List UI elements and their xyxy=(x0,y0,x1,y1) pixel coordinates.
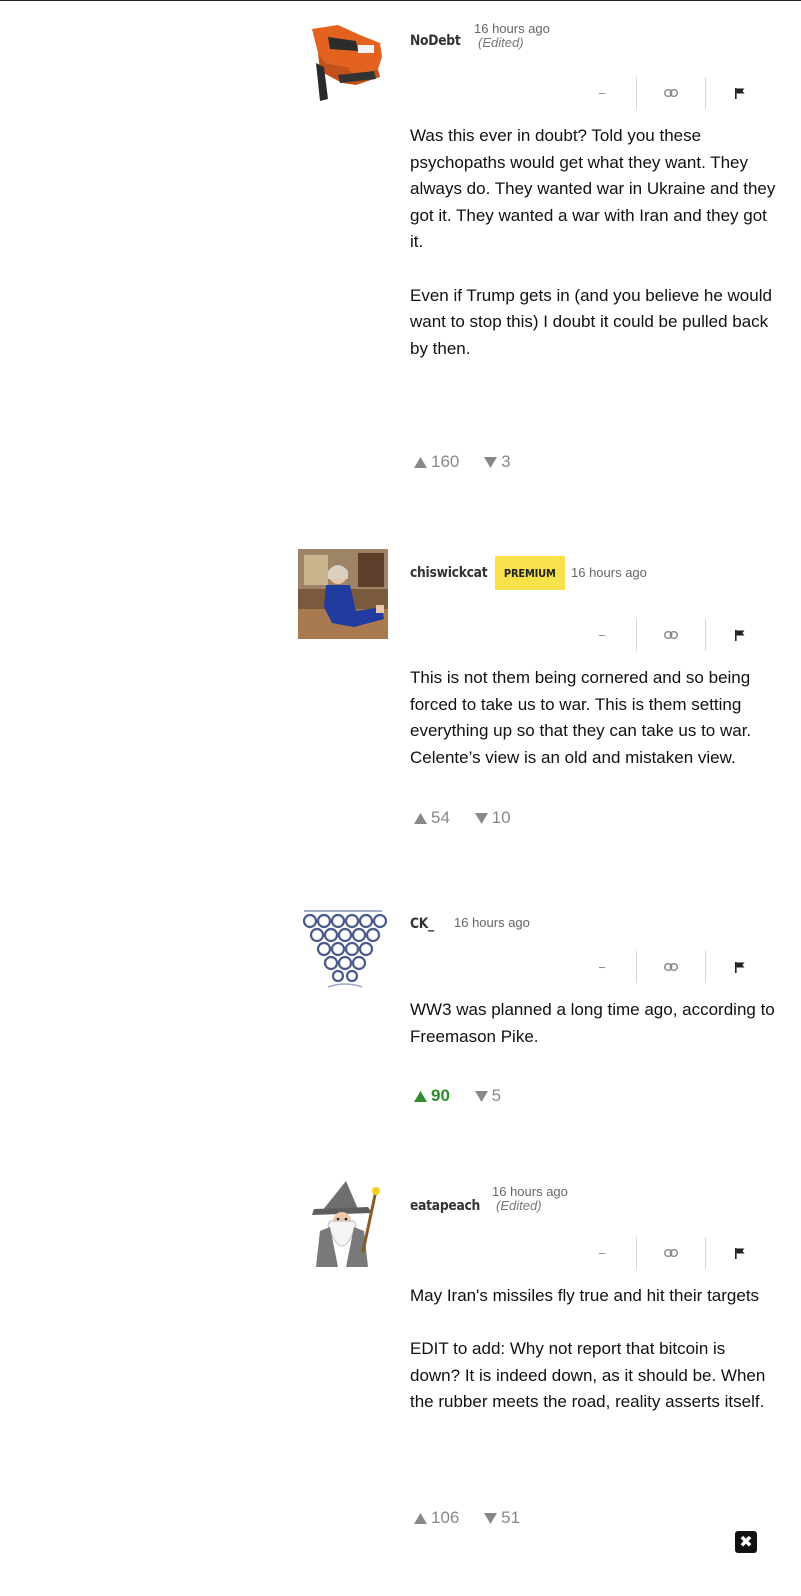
premium-badge: PREMIUM xyxy=(495,556,565,590)
link-icon xyxy=(664,89,678,97)
vote-bar: 160 3 xyxy=(414,452,511,476)
upvote-count: 106 xyxy=(431,1508,460,1527)
upvote-button[interactable]: 90 xyxy=(414,1086,450,1106)
timestamp[interactable]: 16 hours ago xyxy=(454,915,530,930)
divider xyxy=(705,619,706,651)
triangle-down-icon xyxy=(474,1090,488,1102)
comment-paragraph: This is not them being cornered and so b… xyxy=(410,668,752,767)
downvote-count: 10 xyxy=(491,808,511,827)
divider xyxy=(636,619,637,651)
minus-icon: − xyxy=(598,1245,606,1261)
minus-icon: − xyxy=(598,959,606,975)
minus-icon: − xyxy=(598,85,606,101)
comment-paragraph: WW3 was planned a long time ago, accordi… xyxy=(410,1000,775,1046)
upvote-button[interactable]: 54 xyxy=(414,808,450,828)
triangle-up-icon xyxy=(414,456,427,468)
link-icon xyxy=(664,631,678,639)
username[interactable]: NoDebt xyxy=(410,33,461,49)
flag-icon xyxy=(735,629,745,641)
edited-label: (Edited) xyxy=(496,1198,542,1213)
permalink-button[interactable] xyxy=(649,1236,693,1270)
permalink-button[interactable] xyxy=(649,76,693,110)
collapse-button[interactable]: − xyxy=(580,950,624,984)
upvote-count: 54 xyxy=(431,808,450,827)
link-icon xyxy=(664,1249,678,1257)
divider xyxy=(705,951,706,983)
downvote-button[interactable]: 51 xyxy=(484,1508,520,1528)
report-button[interactable] xyxy=(718,76,762,110)
link-icon xyxy=(664,963,678,971)
upvote-button[interactable]: 106 xyxy=(414,1508,459,1528)
collapse-button[interactable]: − xyxy=(580,1236,624,1270)
downvote-count: 3 xyxy=(501,452,511,471)
divider xyxy=(636,1237,637,1269)
avatar-pyramid[interactable] xyxy=(298,903,388,993)
vote-bar: 90 5 xyxy=(414,1086,501,1110)
report-button[interactable] xyxy=(718,1236,762,1270)
username[interactable]: chiswickcat xyxy=(410,565,488,581)
downvote-button[interactable]: 5 xyxy=(474,1086,502,1106)
comment-body: Was this ever in doubt? Told you these p… xyxy=(410,123,780,362)
collapse-button[interactable]: − xyxy=(580,76,624,110)
downvote-button[interactable]: 10 xyxy=(474,808,511,828)
timestamp[interactable]: 16 hours ago xyxy=(571,565,647,580)
upvote-button[interactable]: 160 xyxy=(414,452,459,472)
timestamp[interactable]: 16 hours ago xyxy=(474,21,550,36)
permalink-button[interactable] xyxy=(649,618,693,652)
comment-paragraph: EDIT to add: Why not report that bitcoin… xyxy=(410,1339,766,1412)
flag-icon xyxy=(735,87,745,99)
divider xyxy=(705,77,706,109)
comment-actions: − xyxy=(580,950,780,984)
downvote-count: 5 xyxy=(491,1086,502,1105)
minus-icon: − xyxy=(598,627,606,643)
comment-actions: − xyxy=(580,76,780,110)
username[interactable]: CK_ xyxy=(410,916,434,932)
comment-body: This is not them being cornered and so b… xyxy=(410,665,780,771)
comment-paragraph: Was this ever in doubt? Told you these p… xyxy=(410,126,776,252)
photo-avatar-icon xyxy=(298,549,388,639)
triangle-up-icon xyxy=(414,812,427,824)
flag-icon xyxy=(735,1247,745,1259)
comment-paragraph: May Iran's missiles fly true and hit the… xyxy=(410,1286,760,1305)
triangle-down-icon xyxy=(474,812,488,824)
vote-bar: 54 10 xyxy=(414,808,511,832)
report-button[interactable] xyxy=(718,618,762,652)
comment-body: May Iran's missiles fly true and hit the… xyxy=(410,1283,780,1416)
triangle-down-icon xyxy=(484,1512,498,1524)
wizard-avatar-icon xyxy=(298,1181,388,1271)
comment-body: WW3 was planned a long time ago, accordi… xyxy=(410,997,780,1050)
avatar-wizard[interactable] xyxy=(298,1181,388,1271)
comment-actions: − xyxy=(580,1236,780,1270)
triangle-down-icon xyxy=(484,456,498,468)
avatar-photo[interactable] xyxy=(298,549,388,639)
divider xyxy=(705,1237,706,1269)
divider xyxy=(636,951,637,983)
vote-bar: 106 51 xyxy=(414,1508,520,1532)
avatar-nail-gun[interactable] xyxy=(298,19,388,109)
downvote-button[interactable]: 3 xyxy=(484,452,511,472)
close-button[interactable]: ✖ xyxy=(735,1531,757,1553)
nail-gun-icon xyxy=(298,19,388,109)
upvote-count: 90 xyxy=(431,1086,450,1105)
collapse-button[interactable]: − xyxy=(580,618,624,652)
triangle-up-icon xyxy=(414,1512,427,1524)
username[interactable]: eatapeach xyxy=(410,1198,480,1214)
triangle-up-icon xyxy=(414,1090,427,1102)
comment-actions: − xyxy=(580,618,780,652)
close-icon: ✖ xyxy=(739,1534,753,1551)
edited-label: (Edited) xyxy=(478,35,524,50)
timestamp[interactable]: 16 hours ago xyxy=(492,1184,568,1199)
divider xyxy=(636,77,637,109)
pyramid-avatar-icon xyxy=(298,903,388,993)
comment-paragraph: Even if Trump gets in (and you believe h… xyxy=(410,285,772,358)
upvote-count: 160 xyxy=(431,452,460,471)
flag-icon xyxy=(735,961,745,973)
downvote-count: 51 xyxy=(501,1508,521,1527)
report-button[interactable] xyxy=(718,950,762,984)
permalink-button[interactable] xyxy=(649,950,693,984)
